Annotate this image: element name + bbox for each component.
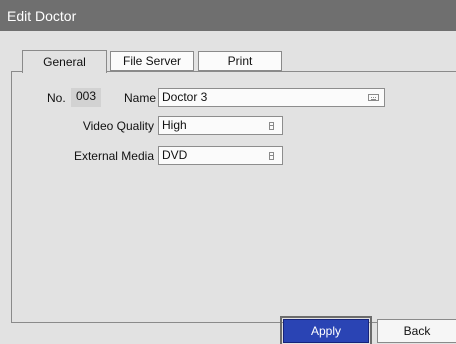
tab-file-server[interactable]: File Server (110, 51, 194, 71)
keyboard-icon[interactable] (368, 94, 379, 101)
tab-general[interactable]: General (22, 50, 107, 73)
tab-file-server-label: File Server (122, 54, 181, 68)
name-field[interactable]: Doctor 3 (158, 88, 385, 107)
apply-button[interactable]: Apply (280, 316, 372, 344)
name-label: Name (124, 91, 157, 105)
apply-button-label: Apply (310, 324, 342, 338)
tab-print-label: Print (227, 54, 253, 68)
back-button-label: Back (403, 324, 431, 338)
external-media-value: DVD (162, 148, 188, 162)
name-value: Doctor 3 (162, 90, 208, 104)
tab-general-label: General (43, 55, 86, 69)
video-quality-label: Video Quality (82, 119, 154, 133)
no-value: 003 (71, 88, 101, 107)
back-button[interactable]: Back (377, 319, 456, 343)
video-quality-value: High (162, 118, 187, 132)
general-panel (11, 71, 456, 323)
video-quality-select[interactable]: High (158, 116, 283, 135)
tab-print[interactable]: Print (198, 51, 282, 71)
window-title: Edit Doctor (7, 8, 77, 24)
external-media-select[interactable]: DVD (158, 146, 283, 165)
title-bar: Edit Doctor (0, 0, 456, 31)
external-media-label: External Media (73, 149, 154, 163)
list-icon (269, 152, 274, 160)
no-label: No. (47, 91, 66, 105)
list-icon (269, 122, 274, 130)
